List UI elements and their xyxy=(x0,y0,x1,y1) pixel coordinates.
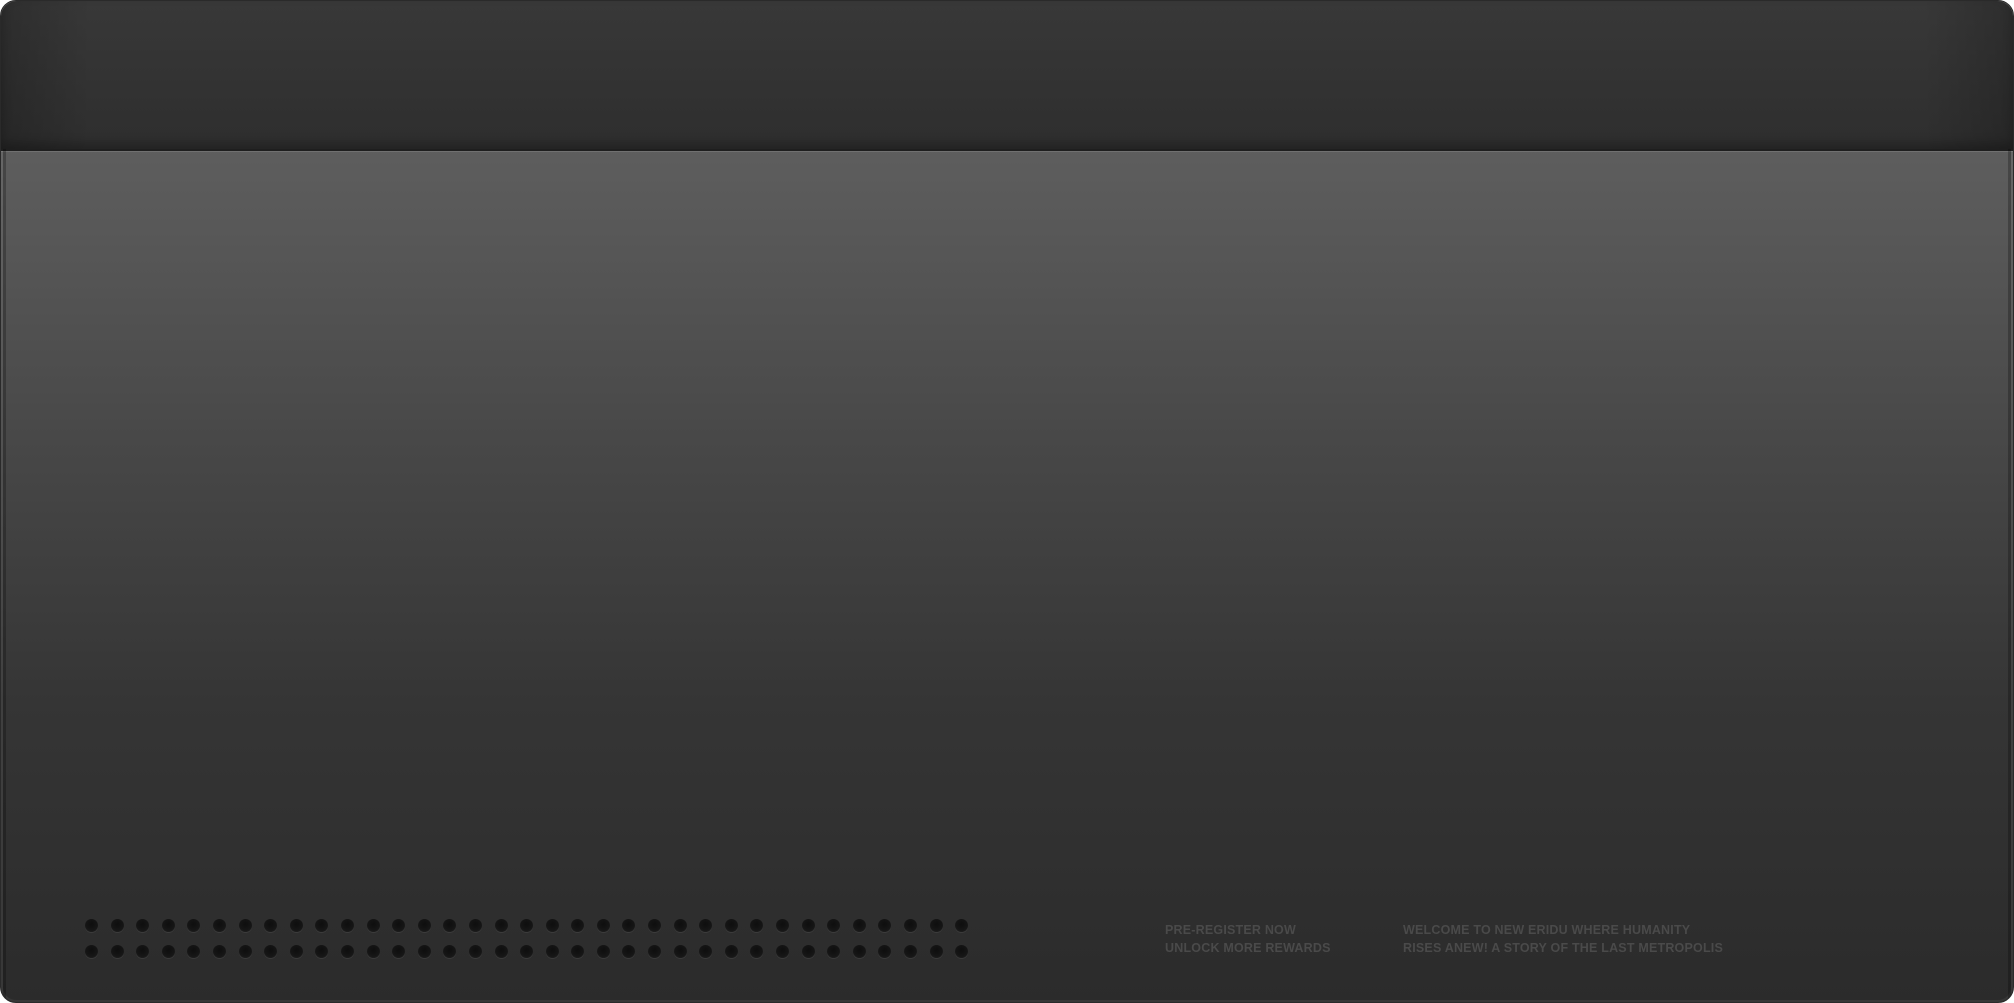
grille-hole xyxy=(904,919,917,932)
rewards-line: UNLOCK MORE REWARDS xyxy=(1165,941,1331,955)
grille-hole xyxy=(827,919,841,932)
grille-hole xyxy=(443,919,457,932)
grille-hole xyxy=(136,945,150,958)
grille-hole xyxy=(955,919,969,932)
grille-hole xyxy=(136,919,150,932)
grille-hole xyxy=(366,919,380,932)
grille-hole xyxy=(801,919,815,932)
grille-hole xyxy=(776,945,790,958)
grille-hole xyxy=(238,945,252,958)
grille-hole xyxy=(264,945,278,958)
grille-hole xyxy=(315,945,329,958)
grille-hole xyxy=(494,919,508,932)
grille-hole xyxy=(801,945,815,958)
grille-hole xyxy=(238,919,252,932)
grille-hole xyxy=(878,919,892,932)
grille-hole xyxy=(289,945,303,958)
grille-hole xyxy=(443,945,457,958)
grille-hole xyxy=(724,945,738,958)
grille-hole xyxy=(648,945,662,958)
grille-hole xyxy=(85,945,98,958)
speaker-grille xyxy=(85,919,975,967)
grille-hole xyxy=(622,945,636,958)
grille-hole xyxy=(673,919,687,932)
grille-hole xyxy=(878,945,892,958)
grille-hole xyxy=(750,945,764,958)
grille-hole xyxy=(161,919,175,932)
welcome-line-2: RISES ANEW! A STORY OF THE LAST METROPOL… xyxy=(1403,941,1723,955)
grille-hole xyxy=(289,919,303,932)
welcome-line-1: WELCOME TO NEW ERIDU WHERE HUMANITY xyxy=(1403,923,1691,937)
device-frame: PRE-REGISTER NOW UNLOCK MORE REWARDS WEL… xyxy=(0,0,2014,1003)
grille-hole xyxy=(571,919,585,932)
grille-hole xyxy=(340,919,354,932)
grille-hole xyxy=(955,945,969,958)
grille-hole xyxy=(187,945,201,958)
grille-hole xyxy=(699,919,713,932)
grille-hole xyxy=(187,919,201,932)
grille-hole xyxy=(468,919,482,932)
pre-register-line: PRE-REGISTER NOW xyxy=(1165,923,1296,937)
grille-hole xyxy=(110,919,124,932)
grille-hole xyxy=(545,919,559,932)
grille-hole xyxy=(648,919,662,932)
grille-hole xyxy=(85,919,98,932)
grille-hole xyxy=(417,945,431,958)
grille-hole xyxy=(161,945,175,958)
grille-hole xyxy=(776,919,790,932)
grille-hole xyxy=(724,919,738,932)
grille-hole xyxy=(264,919,278,932)
grille-hole xyxy=(904,945,917,958)
grille-hole xyxy=(699,945,713,958)
grille-hole xyxy=(852,919,866,932)
grille-hole xyxy=(392,919,406,932)
grille-hole xyxy=(622,919,636,932)
grille-hole xyxy=(596,945,610,958)
welcome-text: WELCOME TO NEW ERIDU WHERE HUMANITY RISE… xyxy=(1403,921,1723,957)
grille-hole xyxy=(366,945,380,958)
grille-hole xyxy=(852,945,866,958)
right-rail xyxy=(2008,149,2011,1000)
grille-hole xyxy=(392,945,406,958)
grille-hole xyxy=(340,945,354,958)
grille-hole xyxy=(212,945,226,958)
left-rail xyxy=(3,149,6,1000)
grille-hole xyxy=(929,919,943,932)
grille-hole xyxy=(827,945,841,958)
grille-hole xyxy=(315,919,329,932)
grille-hole xyxy=(468,945,482,958)
grille-hole xyxy=(417,919,431,932)
grille-hole xyxy=(673,945,687,958)
grille-hole xyxy=(110,945,124,958)
grille-hole xyxy=(545,945,559,958)
grille-hole xyxy=(520,945,534,958)
pre-register-text: PRE-REGISTER NOW UNLOCK MORE REWARDS xyxy=(1165,921,1331,957)
top-bezel xyxy=(1,1,2013,151)
grille-hole xyxy=(929,945,943,958)
grille-hole xyxy=(596,919,610,932)
grille-hole xyxy=(571,945,585,958)
grille-hole xyxy=(520,919,534,932)
grille-hole xyxy=(494,945,508,958)
grille-hole xyxy=(212,919,226,932)
grille-hole xyxy=(750,919,764,932)
